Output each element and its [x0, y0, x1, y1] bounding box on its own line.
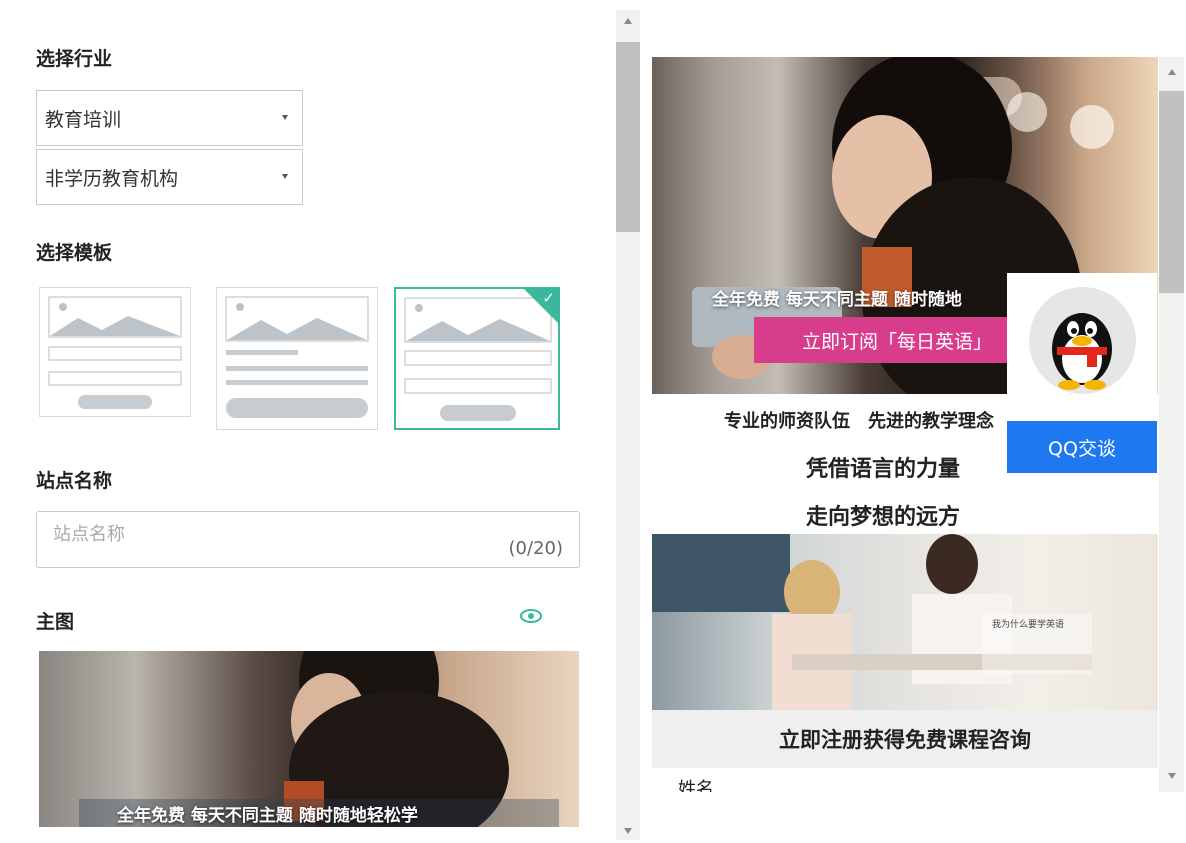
classroom-caption: 我为什么要学英语 [992, 620, 1065, 630]
qq-chat-button[interactable]: QQ交谈 [1007, 421, 1157, 473]
template-thumbnail-icon [225, 296, 369, 418]
scroll-down-icon[interactable] [624, 828, 632, 834]
scroll-up-icon[interactable] [624, 18, 632, 24]
template-thumbnail-icon [48, 296, 182, 409]
site-name-counter: (0/20) [508, 538, 563, 559]
scrollbar-thumb[interactable] [1159, 91, 1184, 293]
check-icon: ✓ [542, 289, 555, 307]
main-image-preview[interactable]: 全年免费 每天不同主题 随时随地轻松学 [39, 651, 579, 827]
qq-penguin-icon [1052, 313, 1112, 390]
qq-chat-widget[interactable]: QQ交谈 [1007, 273, 1157, 473]
chevron-down-icon [282, 174, 288, 179]
site-name-input[interactable] [53, 524, 453, 545]
template-label: 选择模板 [36, 242, 113, 264]
template-option-3[interactable]: ✓ [394, 287, 560, 430]
preview-scrollbar[interactable] [1159, 57, 1184, 792]
industry-select-value: 教育培训 [45, 108, 122, 131]
avatar [1029, 287, 1136, 394]
industry-select[interactable]: 教育培训 [36, 90, 303, 146]
main-image-label: 主图 [36, 611, 75, 633]
chevron-down-icon [282, 115, 288, 120]
site-name-field[interactable]: (0/20) [36, 511, 580, 568]
classroom-photo-image [652, 534, 1092, 710]
classroom-image: 我为什么要学英语 [652, 534, 1158, 710]
sub-industry-select-value: 非学历教育机构 [45, 167, 179, 190]
scrollbar-thumb[interactable] [616, 42, 640, 232]
template-option-2[interactable] [216, 287, 378, 430]
scroll-down-icon[interactable] [1168, 773, 1176, 779]
site-name-label: 站点名称 [36, 470, 113, 492]
main-image-caption: 全年免费 每天不同主题 随时随地轻松学 [117, 806, 418, 826]
partial-form-label: 姓名 [678, 779, 714, 793]
hero-headline: 全年免费 每天不同主题 随时随地 [712, 290, 962, 310]
scroll-up-icon[interactable] [1168, 69, 1176, 75]
register-cta-button[interactable]: 立即注册获得免费课程咨询 [652, 710, 1158, 768]
settings-panel: 选择行业 教育培训 非学历教育机构 选择模板 ✓ 站点名称 站点名称 (0/20… [0, 0, 610, 843]
settings-scrollbar[interactable] [611, 10, 640, 840]
eye-icon[interactable] [519, 604, 543, 628]
slogan-line-2: 走向梦想的远方 [806, 505, 961, 530]
industry-label: 选择行业 [36, 48, 113, 70]
template-option-1[interactable] [39, 287, 191, 417]
sub-industry-select[interactable]: 非学历教育机构 [36, 149, 303, 205]
